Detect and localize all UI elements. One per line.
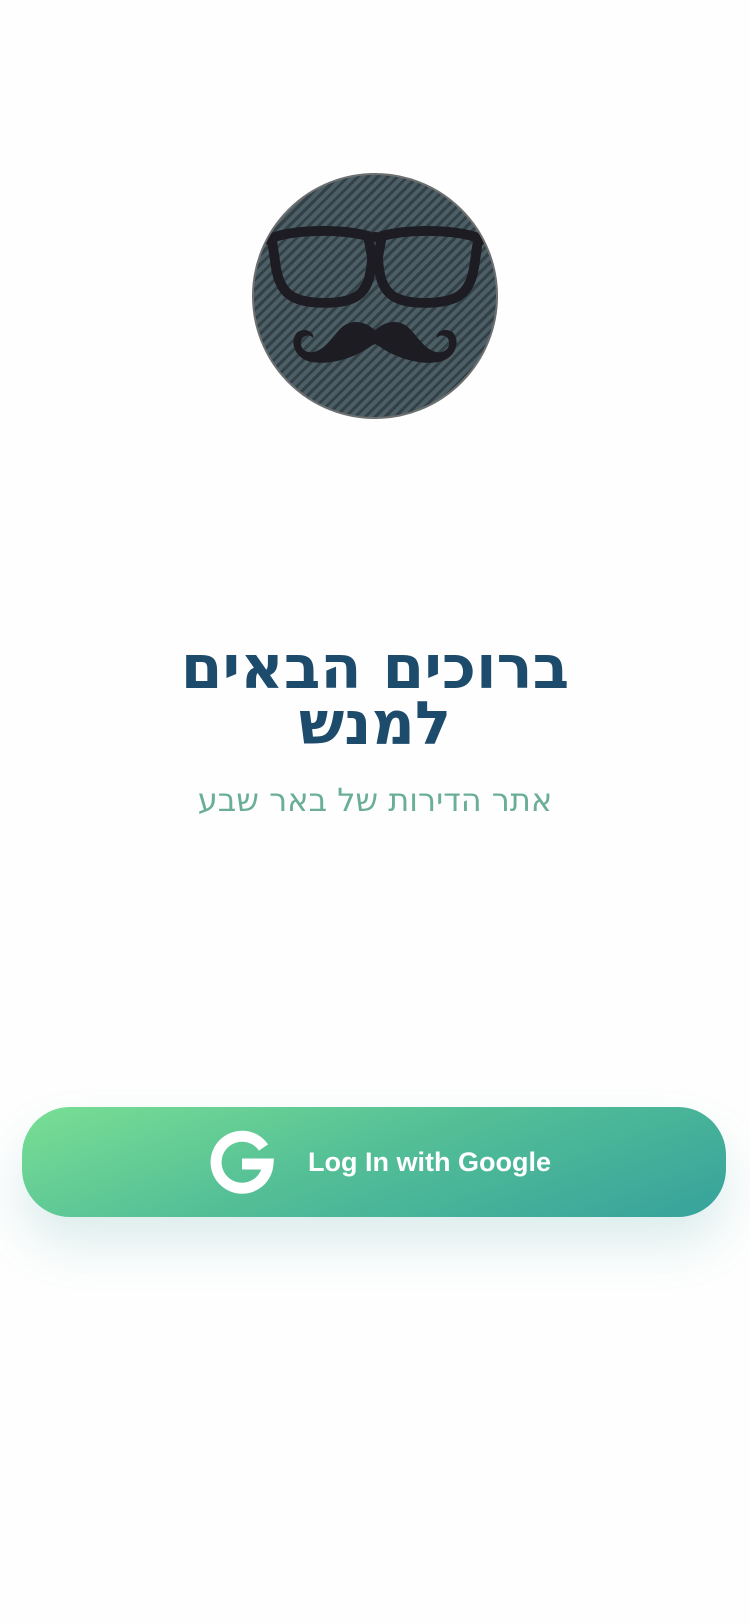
glasses-mustache-icon xyxy=(263,226,487,363)
welcome-screen: ברוכים הבאים למנש אתר הדירות של באר שבע … xyxy=(0,0,750,1624)
google-g-icon xyxy=(210,1130,274,1194)
welcome-subtitle: אתר הדירות של באר שבע xyxy=(197,781,553,819)
welcome-title: ברוכים הבאים למנש xyxy=(0,638,750,754)
google-login-button[interactable]: Log In with Google xyxy=(22,1107,726,1217)
welcome-title-line2: למנש xyxy=(298,689,452,759)
google-login-label: Log In with Google xyxy=(308,1147,551,1177)
app-logo xyxy=(252,173,498,419)
